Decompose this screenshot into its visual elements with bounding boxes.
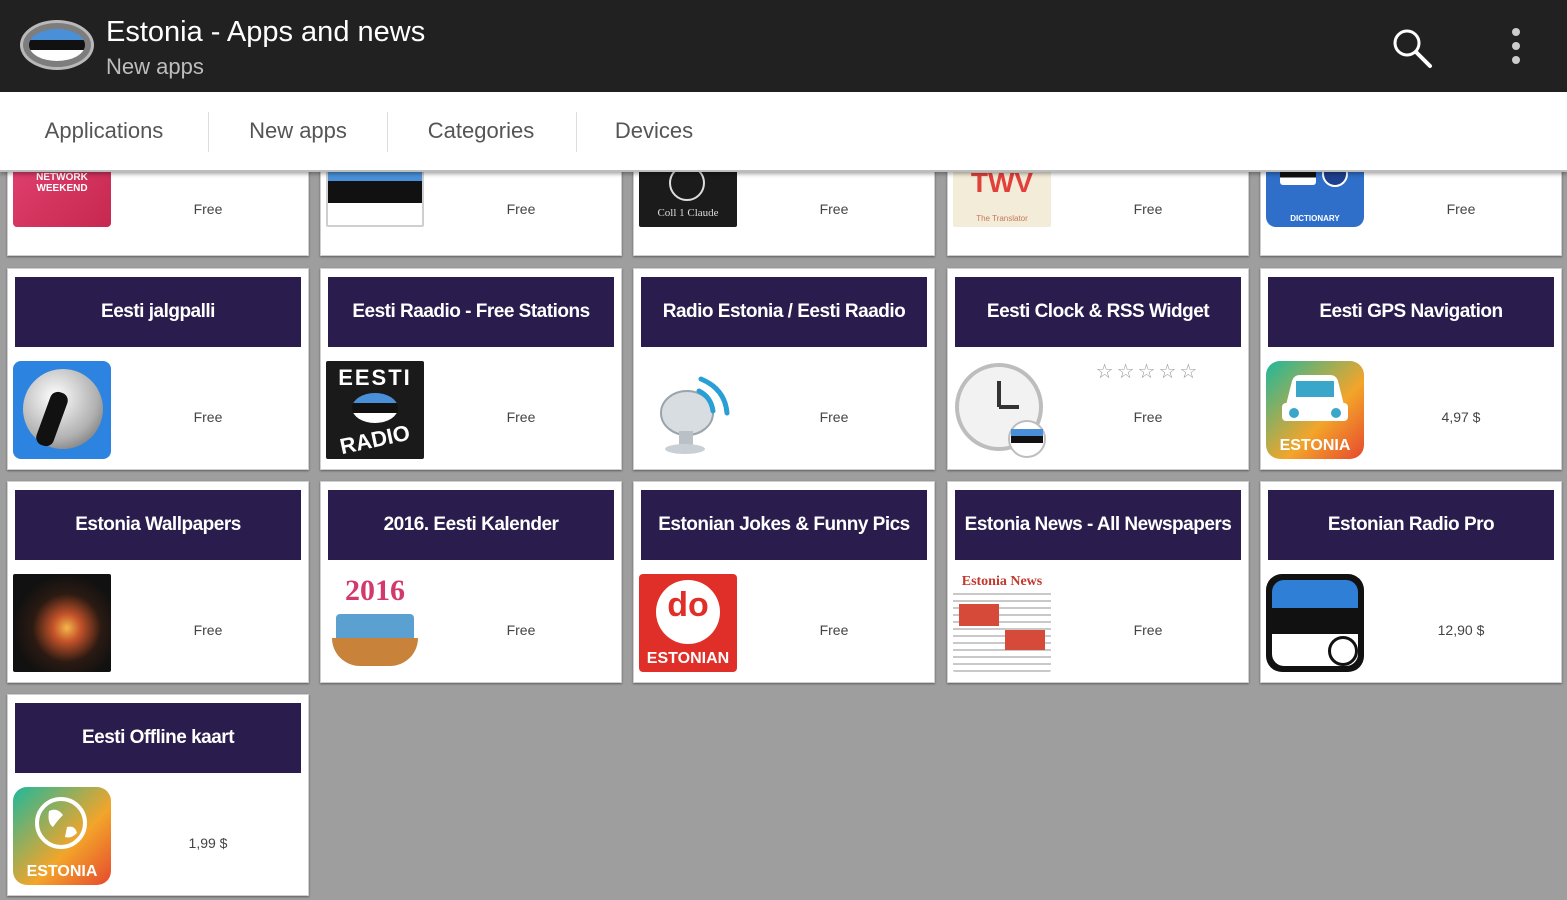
icon-label: ESTONIA (26, 863, 98, 880)
app-price: Free (819, 409, 849, 425)
app-card[interactable]: Estonia Wallpapers Free (7, 481, 309, 683)
estonia-flag-icon (326, 172, 424, 227)
overflow-menu-icon[interactable] (1500, 24, 1532, 70)
icon-text: Coll 1 Claude (657, 207, 719, 219)
app-card[interactable]: Estonia News - All Newspapers Estonia Ne… (947, 481, 1249, 683)
app-card[interactable]: Eesti Raadio - Free Stations EESTI RADIO… (320, 268, 622, 470)
tab-divider (387, 112, 388, 152)
app-subtitle: New apps (106, 54, 204, 79)
car-navigation-icon: ESTONIA (1266, 361, 1364, 459)
app-title: Eesti Raadio - Free Stations (328, 277, 614, 347)
icon-text: RADIO (337, 419, 413, 459)
app-card[interactable]: BALTIC AUDIO NETWORK WEEKEND Free (7, 172, 309, 256)
app-card[interactable]: Eesti Offline kaart ESTONIA 1,99 $ (7, 694, 309, 896)
laughing-face-icon: do ESTONIAN (639, 574, 737, 672)
satellite-dish-icon (639, 361, 737, 459)
app-card[interactable]: Eesti Clock & RSS Widget ☆☆☆☆☆ Free (947, 268, 1249, 470)
app-price: Free (1133, 409, 1163, 425)
app-card[interactable]: Estonian Radio Pro 12,90 $ (1260, 481, 1562, 683)
icon-label: ESTONIA (1279, 437, 1351, 454)
baltic-audio-icon: BALTIC AUDIO NETWORK WEEKEND (13, 172, 111, 227)
app-card[interactable]: Eesti GPS Navigation ESTONIA 4,97 $ (1260, 268, 1562, 470)
icon-text: DICTIONARY (1290, 214, 1340, 223)
app-price: Free (506, 201, 536, 217)
app-price: Free (506, 622, 536, 638)
app-grid: BALTIC AUDIO NETWORK WEEKEND Free Free C… (0, 172, 1567, 900)
icon-text: EESTI (338, 365, 412, 390)
icon-text: TWV (970, 172, 1034, 198)
app-card[interactable]: Radio Estonia / Eesti Raadio Free (633, 268, 935, 470)
icon-subtext: The Translator (976, 214, 1028, 223)
app-title: Eesti Offline kaart (15, 703, 301, 773)
tab-categories[interactable]: Categories (397, 92, 565, 170)
app-title: Estonia - Apps and news (106, 16, 426, 48)
app-card[interactable]: 2016. Eesti Kalender 2016 Free (320, 481, 622, 683)
newspapers-icon: Estonia News (953, 574, 1051, 672)
app-price: Free (819, 201, 849, 217)
tab-bar: Applications New apps Categories Devices (0, 92, 1567, 172)
app-card[interactable]: TWV The Translator Free (947, 172, 1249, 256)
app-price: Free (1446, 201, 1476, 217)
tab-new-apps[interactable]: New apps (218, 92, 378, 170)
app-title: Estonia News - All Newspapers (955, 490, 1241, 560)
app-price: 1,99 $ (188, 835, 228, 851)
app-card[interactable]: DICTIONARY Free (1260, 172, 1562, 256)
twv-translator-icon: TWV The Translator (953, 172, 1051, 227)
app-title: Estonia Wallpapers (15, 490, 301, 560)
icon-text: Estonia News (953, 574, 1051, 590)
icon-label: ESTONIAN (646, 650, 730, 667)
app-card[interactable]: Eesti jalgpalli Free (7, 268, 309, 470)
app-price: 12,90 $ (1437, 622, 1485, 638)
app-title: Eesti jalgpalli (15, 277, 301, 347)
fireworks-icon (13, 574, 111, 672)
app-card[interactable]: Coll 1 Claude Free (633, 172, 935, 256)
app-title: Eesti Clock & RSS Widget (955, 277, 1241, 347)
app-title: Eesti GPS Navigation (1268, 277, 1554, 347)
app-title: Radio Estonia / Eesti Raadio (641, 277, 927, 347)
app-title: 2016. Eesti Kalender (328, 490, 614, 560)
app-title: Estonian Radio Pro (1268, 490, 1554, 560)
calendar-ark-icon: 2016 (326, 574, 424, 672)
dictionary-icon: DICTIONARY (1266, 172, 1364, 227)
app-price: Free (193, 409, 223, 425)
football-player-icon (13, 361, 111, 459)
app-price: Free (193, 201, 223, 217)
app-card[interactable]: Estonian Jokes & Funny Pics do ESTONIAN … (633, 481, 935, 683)
tab-applications[interactable]: Applications (20, 92, 188, 170)
estonia-flag-logo-icon[interactable] (20, 20, 94, 70)
app-price: Free (1133, 622, 1163, 638)
icon-text: BALTIC AUDIO NETWORK WEEKEND (36, 172, 88, 194)
app-card[interactable]: Free (320, 172, 622, 256)
eesti-radio-icon: EESTI RADIO (326, 361, 424, 459)
app-price: Free (1133, 201, 1163, 217)
icon-text: 2016 (345, 574, 405, 607)
tab-devices[interactable]: Devices (586, 92, 722, 170)
star-rating: ☆☆☆☆☆ (1095, 361, 1201, 383)
search-icon[interactable] (1390, 26, 1434, 70)
app-price: Free (506, 409, 536, 425)
app-price: Free (193, 622, 223, 638)
clock-icon (953, 361, 1051, 459)
app-title: Estonian Jokes & Funny Pics (641, 490, 927, 560)
estonia-flag-radio-icon (1266, 574, 1364, 672)
icon-text: do (667, 586, 709, 624)
coll-claude-icon: Coll 1 Claude (639, 172, 737, 227)
action-bar: Estonia - Apps and news New apps (0, 0, 1567, 92)
app-price: Free (819, 622, 849, 638)
tab-divider (576, 112, 577, 152)
globe-map-icon: ESTONIA (13, 787, 111, 885)
tab-divider (208, 112, 209, 152)
app-price: 4,97 $ (1441, 409, 1481, 425)
